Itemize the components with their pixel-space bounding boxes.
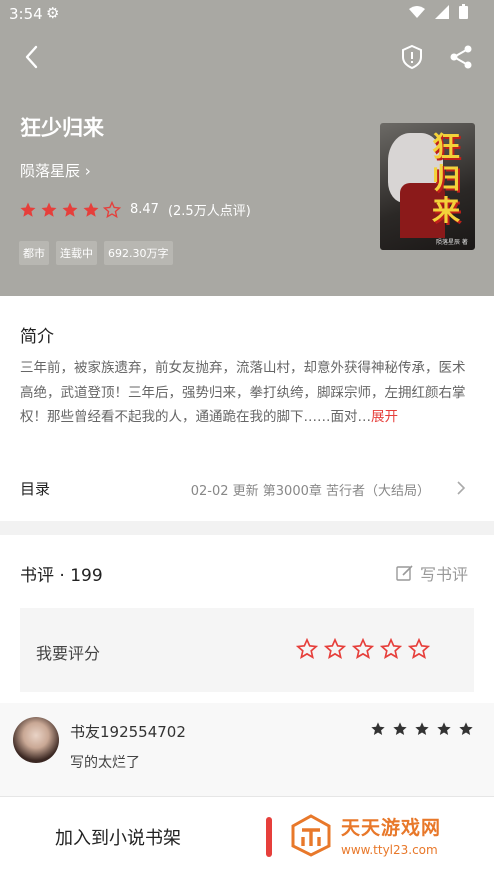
star-full-icon <box>415 722 429 735</box>
intro-body: 三年前，被家族遗弃，前女友抛弃，流落山村，却意外获得神秘传承，医术高绝，武道登顶… <box>20 360 466 425</box>
review-item[interactable]: 书友192554702 写的太烂了 <box>0 703 494 798</box>
toc-latest-chapter[interactable]: 02-02 更新 第3000章 苦行者（大结局） <box>191 480 430 499</box>
star-full-icon <box>41 202 57 217</box>
rate-star-5-icon[interactable] <box>408 638 430 660</box>
rate-star-4-icon[interactable] <box>380 638 402 660</box>
review-username[interactable]: 书友192554702 <box>70 721 186 742</box>
back-arrow-icon[interactable] <box>18 42 48 72</box>
author-name: 陨落星辰 <box>20 162 81 180</box>
book-title: 狂少归来 <box>20 116 104 140</box>
wifi-icon <box>409 5 425 18</box>
edit-icon <box>396 565 413 581</box>
signal-icon <box>435 4 449 19</box>
reviews-heading: 书评 · 199 <box>20 566 103 586</box>
add-to-shelf-button[interactable]: 加入到小说书架 <box>55 824 181 850</box>
cover-footer: 陨落星辰 著 <box>436 239 468 246</box>
reviews-section: 书评 · 199 写书评 我要评分 书友192554702 写的太烂了 <box>0 535 494 798</box>
watermark: 天天游戏网 www.ttyl23.com <box>287 809 487 863</box>
rating-count: (2.5万人点评) <box>167 204 251 219</box>
rate-label: 我要评分 <box>36 644 101 663</box>
tag-wordcount: 692.30万字 <box>104 241 173 265</box>
cover-title: 狂归来 <box>432 130 461 227</box>
watermark-name: 天天游戏网 <box>341 817 442 839</box>
read-button-edge[interactable] <box>266 817 272 857</box>
author-link[interactable]: 陨落星辰 › <box>20 160 91 181</box>
nav-bar <box>0 38 494 78</box>
intro-section: 简介 三年前，被家族遗弃，前女友抛弃，流落山村，却意外获得神秘传承，医术高绝，武… <box>0 296 494 521</box>
tag-genre: 都市 <box>19 241 49 265</box>
watermark-logo-icon <box>291 814 331 857</box>
status-bar: 3:54 ⚙ <box>0 0 494 28</box>
avatar[interactable] <box>13 717 59 763</box>
rate-star-2-icon[interactable] <box>324 638 346 660</box>
status-time: 3:54 <box>9 5 43 23</box>
rating-score: 8.47 <box>130 202 159 217</box>
write-review-button[interactable]: 写书评 <box>396 561 468 585</box>
battery-icon <box>459 4 468 19</box>
star-full-icon <box>371 722 385 735</box>
star-full-icon <box>459 722 473 735</box>
review-text: 写的太烂了 <box>70 755 140 771</box>
star-full-icon <box>437 722 451 735</box>
watermark-url: www.ttyl23.com <box>341 843 438 857</box>
toc-label[interactable]: 目录 <box>20 478 50 499</box>
settings-status-icon: ⚙ <box>46 4 60 22</box>
tag-list: 都市 连载中 692.30万字 <box>19 241 173 265</box>
star-full-icon <box>393 722 407 735</box>
star-full-icon <box>62 202 78 217</box>
expand-link[interactable]: 展开 <box>371 409 398 425</box>
book-header: 3:54 ⚙ 狂少归来 陨落星辰 › 8.47 (2.5万人点评) 都市 连载中… <box>0 0 494 296</box>
chevron-right-icon[interactable] <box>454 479 468 497</box>
report-shield-icon[interactable] <box>398 43 426 71</box>
rate-box: 我要评分 <box>20 608 474 692</box>
share-icon[interactable] <box>447 43 475 71</box>
rate-stars <box>296 638 430 660</box>
rate-star-3-icon[interactable] <box>352 638 374 660</box>
review-stars <box>370 721 474 737</box>
intro-heading: 简介 <box>20 327 54 347</box>
tag-status: 连载中 <box>56 241 97 265</box>
book-cover: 狂归来 陨落星辰 著 <box>380 123 475 250</box>
status-icons <box>409 4 468 19</box>
bottom-bar: 加入到小说书架 天天游戏网 www.ttyl23.com <box>0 796 494 878</box>
rating-row: 8.47 (2.5万人点评) <box>19 200 251 219</box>
chevron-right-icon: › <box>84 162 91 180</box>
star-empty-icon <box>103 200 121 218</box>
write-review-label: 写书评 <box>419 565 468 584</box>
intro-text: 三年前，被家族遗弃，前女友抛弃，流落山村，却意外获得神秘传承，医术高绝，武道登顶… <box>20 356 476 430</box>
star-full-icon <box>83 202 99 217</box>
rate-star-1-icon[interactable] <box>296 638 318 660</box>
star-full-icon <box>20 202 36 217</box>
